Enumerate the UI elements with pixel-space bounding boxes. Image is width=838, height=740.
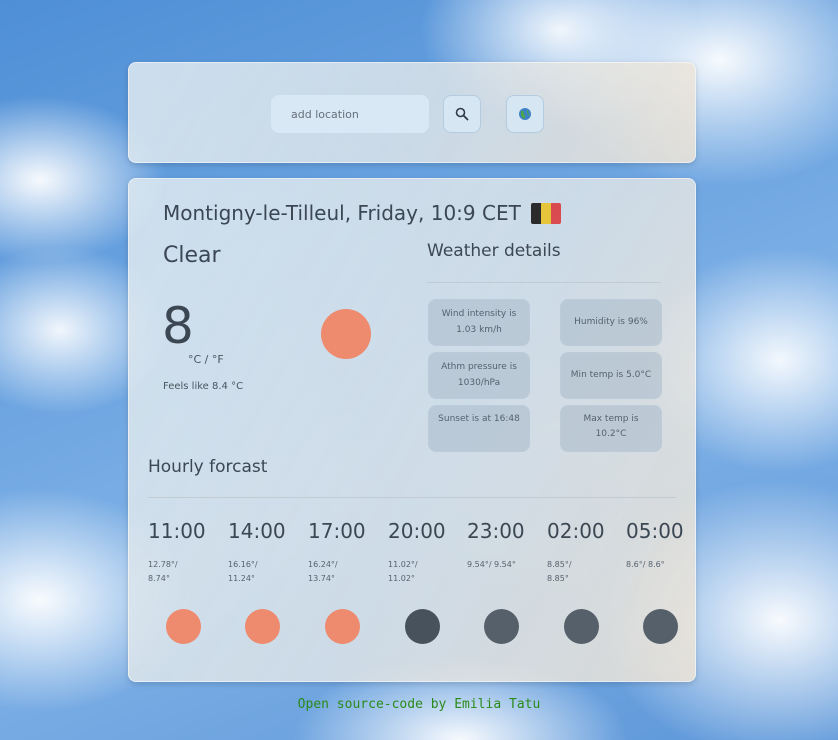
hourly-weather-icon — [325, 609, 360, 644]
hourly-forecast-title: Hourly forcast — [148, 457, 268, 477]
belgium-flag-icon — [530, 202, 561, 224]
temperature-unit-toggle[interactable]: °C / °F — [188, 353, 224, 366]
flag-stripe-red — [550, 202, 561, 224]
hourly-item: 23:00 9.54°/ 9.54° — [467, 519, 547, 572]
hourly-time: 23:00 — [467, 519, 525, 543]
sunset-box: Sunset is at 16:48 — [428, 405, 530, 452]
hourly-item: 11:00 12.78°/ 8.74° — [148, 519, 228, 587]
hourly-item: 02:00 8.85°/ 8.85° — [547, 519, 627, 587]
hourly-weather-icon — [564, 609, 599, 644]
hourly-temp: 12.78°/ 8.74° — [148, 560, 178, 584]
location-search-input[interactable] — [271, 95, 429, 133]
details-divider — [427, 282, 661, 283]
flag-stripe-yellow — [540, 202, 551, 224]
search-card — [128, 62, 696, 163]
sun-icon — [321, 309, 371, 359]
hourly-temp: 16.24°/ 13.74° — [308, 560, 338, 584]
flag-stripe-black — [530, 202, 541, 224]
pressure-box: Athm pressure is 1030/hPa — [428, 352, 530, 399]
hourly-time: 05:00 — [626, 519, 684, 543]
search-icon — [455, 107, 469, 121]
hourly-temp: 8.85°/ 8.85° — [547, 560, 572, 584]
footer-credit[interactable]: Open source-code by Emilia Tatu — [0, 697, 838, 712]
hourly-time: 02:00 — [547, 519, 605, 543]
location-heading: Montigny-le-Tilleul, Friday, 10:9 CET — [163, 201, 561, 225]
weather-details-title: Weather details — [427, 241, 561, 261]
geolocation-button[interactable] — [506, 95, 544, 133]
current-temperature: 8 — [162, 297, 194, 355]
hourly-weather-icon — [484, 609, 519, 644]
weather-condition: Clear — [163, 243, 221, 268]
hourly-temp: 8.6°/ 8.6° — [626, 560, 665, 569]
feels-like-text: Feels like 8.4 °C — [163, 381, 244, 392]
hourly-time: 20:00 — [388, 519, 446, 543]
hourly-temp: 11.02°/ 11.02° — [388, 560, 418, 584]
hourly-weather-icon — [245, 609, 280, 644]
hourly-item: 20:00 11.02°/ 11.02° — [388, 519, 468, 587]
hourly-weather-icon — [643, 609, 678, 644]
hourly-time: 17:00 — [308, 519, 366, 543]
hourly-item: 17:00 16.24°/ 13.74° — [308, 519, 388, 587]
hourly-divider — [148, 497, 676, 498]
hourly-temp: 9.54°/ 9.54° — [467, 560, 516, 569]
location-text: Montigny-le-Tilleul, Friday, 10:9 CET — [163, 201, 521, 225]
humidity-box: Humidity is 96% — [560, 299, 662, 346]
weather-card: Montigny-le-Tilleul, Friday, 10:9 CET Cl… — [128, 178, 696, 682]
min-temp-box: Min temp is 5.0°C — [560, 352, 662, 399]
hourly-weather-icon — [166, 609, 201, 644]
hourly-item: 14:00 16.16°/ 11.24° — [228, 519, 308, 587]
wind-intensity-box: Wind intensity is 1.03 km/h — [428, 299, 530, 346]
max-temp-box: Max temp is 10.2°C — [560, 405, 662, 452]
globe-icon — [519, 108, 531, 120]
hourly-time: 11:00 — [148, 519, 206, 543]
hourly-item: 05:00 8.6°/ 8.6° — [626, 519, 686, 572]
hourly-weather-icon — [405, 609, 440, 644]
hourly-time: 14:00 — [228, 519, 286, 543]
search-button[interactable] — [443, 95, 481, 133]
hourly-temp: 16.16°/ 11.24° — [228, 560, 258, 584]
